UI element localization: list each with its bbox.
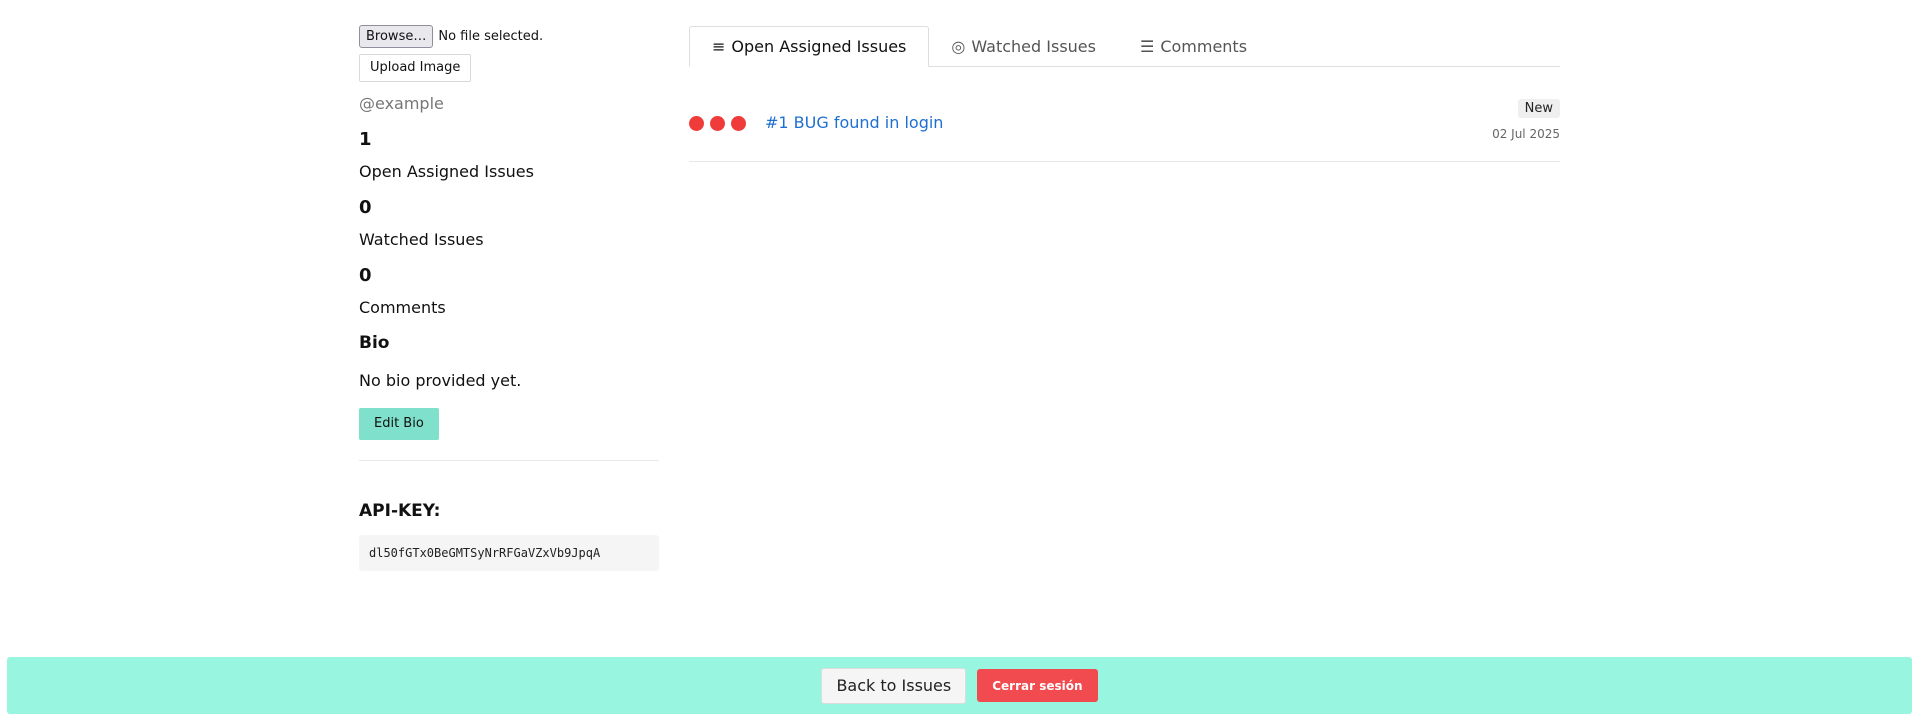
edit-bio-button[interactable]: Edit Bio xyxy=(359,408,439,440)
watched-count: 0 xyxy=(359,197,372,218)
comments-label: Comments xyxy=(359,298,446,317)
file-status: No file selected. xyxy=(438,28,544,44)
tab-bar: ≡ Open Assigned Issues ◎ Watched Issues … xyxy=(689,26,1560,67)
priority-dot xyxy=(731,116,746,131)
tab-open-assigned-issues[interactable]: ≡ Open Assigned Issues xyxy=(689,26,930,67)
divider xyxy=(359,460,659,461)
tab-comments[interactable]: ☰ Comments xyxy=(1118,26,1269,66)
bio-text: No bio provided yet. xyxy=(359,371,522,390)
tab-label: Watched Issues xyxy=(971,36,1096,56)
logout-button[interactable]: Cerrar sesión xyxy=(977,669,1098,702)
priority-indicator xyxy=(689,116,752,131)
watched-label: Watched Issues xyxy=(359,230,484,249)
issue-row: #1 BUG found in login New 02 Jul 2025 xyxy=(689,67,1560,162)
issue-title-link[interactable]: #1 BUG found in login xyxy=(765,113,943,132)
profile-sidebar: Browse… No file selected. Upload Image @… xyxy=(359,24,659,571)
comments-icon: ☰ xyxy=(1139,36,1155,56)
priority-dot xyxy=(710,116,725,131)
comments-count: 0 xyxy=(359,265,372,286)
tab-label: Comments xyxy=(1160,36,1248,56)
back-to-issues-button[interactable]: Back to Issues xyxy=(821,667,967,704)
tab-label: Open Assigned Issues xyxy=(731,37,907,56)
file-picker: Browse… No file selected. xyxy=(359,24,659,48)
tab-watched-issues[interactable]: ◎ Watched Issues xyxy=(929,26,1118,66)
issue-date: 02 Jul 2025 xyxy=(1492,127,1560,141)
status-badge: New xyxy=(1517,99,1560,118)
browse-button[interactable]: Browse… xyxy=(359,24,434,48)
footer-bar: Back to Issues Cerrar sesión xyxy=(7,657,1912,714)
username: @example xyxy=(359,94,444,113)
api-key-value: dl50fGTx0BeGMTSyNrRFGaVZxVb9JpqA xyxy=(359,535,659,571)
api-key-heading: API-KEY: xyxy=(359,501,441,521)
open-assigned-count: 1 xyxy=(359,129,372,150)
list-icon: ≡ xyxy=(712,37,726,56)
bio-heading: Bio xyxy=(359,333,390,353)
issues-panel: ≡ Open Assigned Issues ◎ Watched Issues … xyxy=(689,26,1560,162)
upload-image-button[interactable]: Upload Image xyxy=(359,54,472,82)
open-assigned-label: Open Assigned Issues xyxy=(359,162,534,181)
priority-dot xyxy=(689,116,704,131)
eye-icon: ◎ xyxy=(951,36,966,56)
